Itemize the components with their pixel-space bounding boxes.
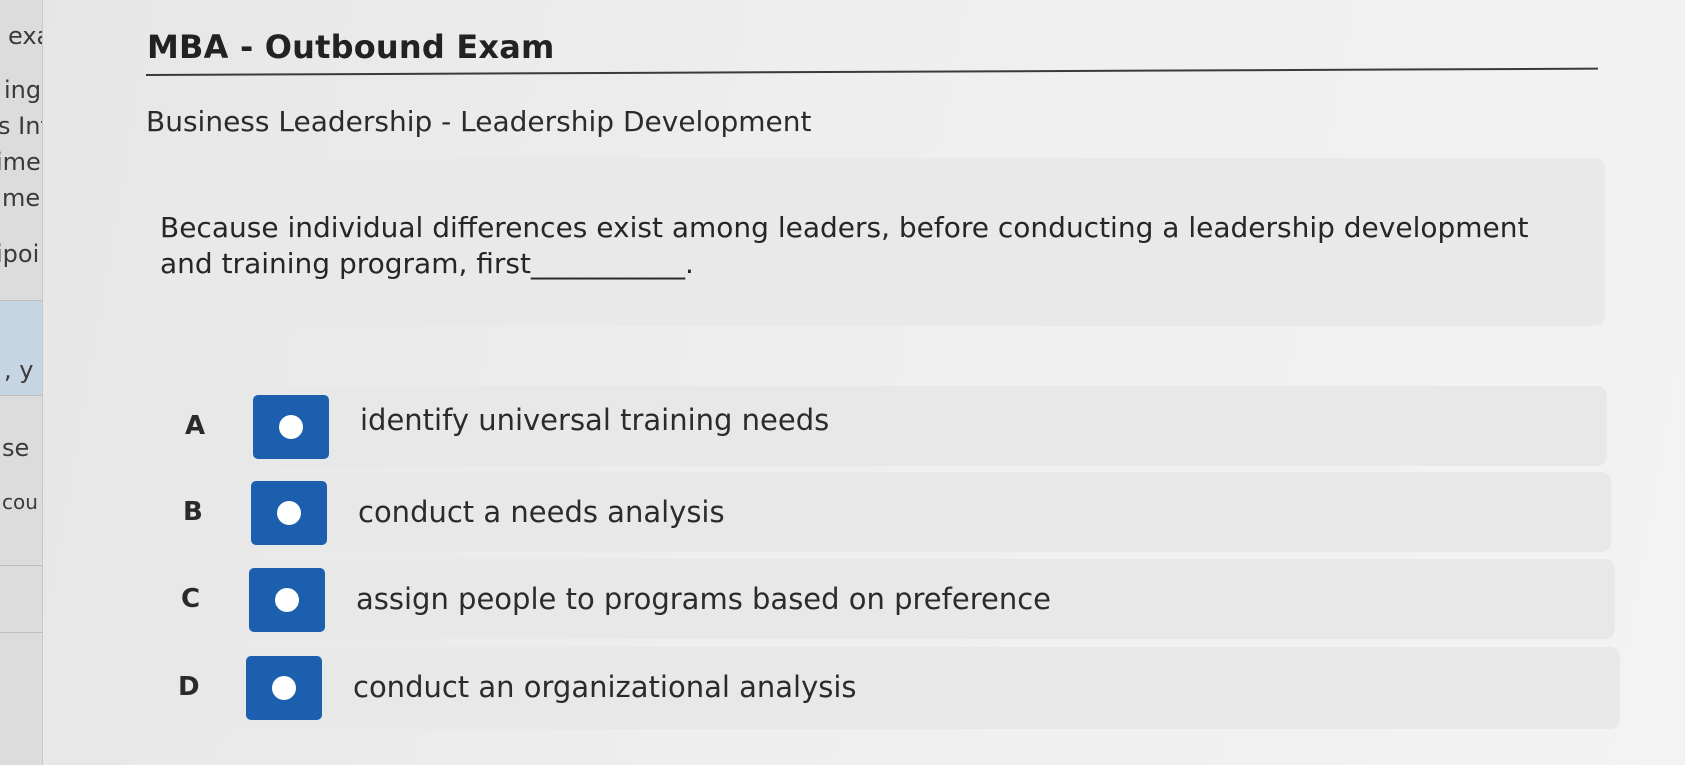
sidebar-divider	[0, 300, 42, 301]
option-letter: C	[181, 584, 201, 614]
sidebar-divider	[0, 395, 42, 396]
option-d-radio[interactable]	[246, 656, 322, 720]
sidebar-divider	[0, 565, 42, 566]
radio-dot-icon	[272, 676, 296, 700]
question-text: Because individual differences exist amo…	[160, 211, 1529, 280]
sidebar-text-fragment[interactable]: cou	[2, 492, 38, 512]
option-letter: D	[178, 672, 200, 702]
sidebar-text-fragment[interactable]: s Int	[0, 114, 42, 138]
sidebar-text-fragment[interactable]: mer	[2, 186, 42, 210]
sidebar-text-fragment[interactable]: , y	[4, 358, 33, 382]
sidebar-text-fragment[interactable]: exa	[8, 24, 42, 48]
title-divider	[145, 67, 1598, 76]
option-letter: B	[183, 497, 203, 527]
option-c-radio[interactable]	[249, 568, 325, 632]
sidebar-text-fragment[interactable]: ime	[0, 150, 41, 174]
radio-dot-icon	[277, 501, 301, 525]
answer-option-d[interactable]: D conduct an organizational analysis	[128, 647, 1620, 729]
answer-option-c[interactable]: C assign people to programs based on pre…	[131, 559, 1615, 639]
radio-dot-icon	[279, 415, 303, 439]
sidebar-divider	[0, 632, 42, 633]
sidebar-text-fragment[interactable]: ing	[4, 78, 41, 102]
option-letter: A	[185, 411, 206, 441]
answer-option-b[interactable]: B conduct a needs analysis	[133, 472, 1611, 552]
exam-title: MBA - Outbound Exam	[147, 28, 555, 66]
left-sidebar: exa ing s Int ime mer ipoi , y se cou	[0, 0, 43, 765]
option-text: conduct an organizational analysis	[353, 670, 857, 704]
radio-dot-icon	[275, 588, 299, 612]
option-text: identify universal training needs	[360, 403, 830, 437]
option-b-radio[interactable]	[251, 481, 327, 545]
option-text: conduct a needs analysis	[358, 495, 725, 529]
option-text: assign people to programs based on prefe…	[356, 582, 1051, 616]
answer-option-a[interactable]: A identify universal training needs	[135, 386, 1607, 466]
question-card: Because individual differences exist amo…	[138, 158, 1605, 326]
question-category: Business Leadership - Leadership Develop…	[146, 105, 812, 138]
sidebar-text-fragment[interactable]: se	[2, 436, 29, 460]
option-a-radio[interactable]	[253, 395, 329, 459]
sidebar-text-fragment[interactable]: ipoi	[0, 242, 39, 266]
